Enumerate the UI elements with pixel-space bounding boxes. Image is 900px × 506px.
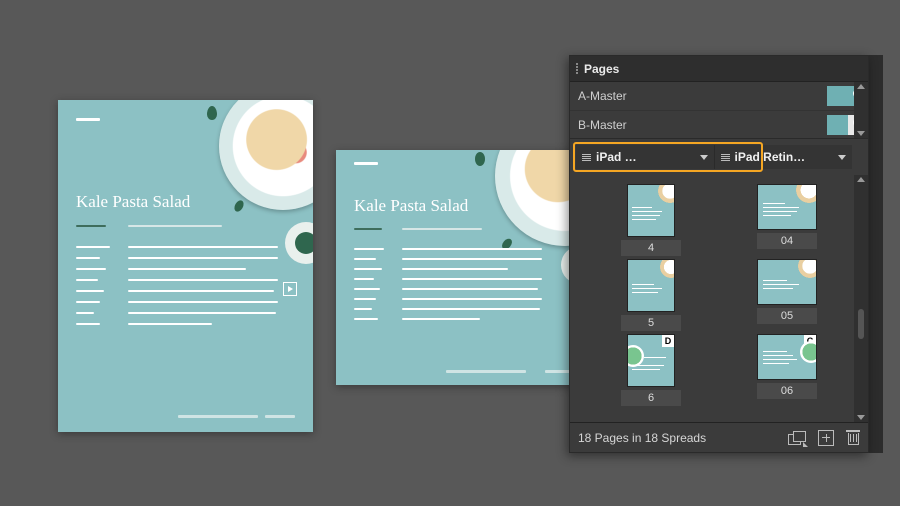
alternate-layouts-row: iPad … iPad Retin… — [570, 139, 868, 175]
layout-list-icon — [582, 154, 591, 161]
pages-panel: Pages A-Master B-Master iPad … iPad Reti… — [569, 55, 869, 453]
master-row-b[interactable]: B-Master — [570, 110, 868, 138]
panel-tools — [788, 430, 860, 446]
layout-dropdown-left[interactable]: iPad … — [576, 145, 714, 169]
new-page-icon[interactable] — [818, 430, 834, 446]
scroll-down-icon[interactable] — [857, 415, 865, 420]
edit-page-size-icon[interactable] — [788, 431, 806, 445]
chevron-down-icon — [838, 155, 846, 160]
thumbs-scrollbar[interactable] — [854, 175, 868, 422]
panel-dock-strip — [869, 55, 883, 453]
scroll-down-icon[interactable] — [857, 131, 865, 136]
thumb-cell[interactable]: D 6 — [588, 335, 714, 406]
thumb-cell[interactable]: D 5 — [588, 260, 714, 331]
page-number: 4 — [621, 240, 681, 256]
master-badge: D — [662, 335, 674, 347]
document-preview-a[interactable]: Kale Pasta Salad — [58, 100, 313, 432]
master-row-a[interactable]: A-Master — [570, 82, 868, 110]
recipe-title: Kale Pasta Salad — [354, 196, 468, 216]
page-number: 06 — [757, 383, 817, 399]
page-thumb[interactable]: D — [628, 185, 674, 236]
thumb-cell[interactable]: C 06 — [724, 335, 850, 406]
panel-tab-bar: Pages — [570, 56, 868, 82]
panel-status-bar: 18 Pages in 18 Spreads — [570, 422, 868, 452]
page-number: 5 — [621, 315, 681, 331]
leaf-decor — [233, 199, 246, 213]
decor-line — [76, 118, 100, 121]
page-number: 6 — [621, 390, 681, 406]
scroll-up-icon[interactable] — [857, 84, 865, 89]
master-name: A-Master — [578, 89, 827, 103]
page-number: 04 — [757, 233, 817, 249]
page-thumbnails: D 4 C 04 D 5 C — [570, 175, 868, 422]
page-thumb[interactable]: D — [628, 260, 674, 311]
delete-page-icon[interactable] — [846, 430, 860, 446]
page-thumb[interactable]: D — [628, 335, 674, 386]
thumb-cell[interactable]: C 05 — [724, 260, 850, 331]
hero-image — [219, 100, 313, 210]
footer-line — [265, 415, 295, 418]
masters-scrollbar[interactable] — [854, 82, 868, 138]
thumb-cell[interactable]: C 04 — [724, 185, 850, 256]
scroll-thumb[interactable] — [858, 309, 864, 339]
drag-grip-icon[interactable] — [576, 63, 578, 74]
recipe-title: Kale Pasta Salad — [76, 192, 190, 212]
page-thumb[interactable]: C — [758, 335, 816, 379]
masters-section: A-Master B-Master — [570, 82, 868, 139]
page-thumb[interactable]: C — [758, 260, 816, 304]
document-preview-b[interactable]: Kale Pasta Salad — [336, 150, 591, 385]
layout-list-icon — [721, 154, 730, 161]
thumb-cell[interactable]: D 4 — [588, 185, 714, 256]
decor-line — [354, 162, 378, 165]
page-thumb[interactable]: C — [758, 185, 816, 229]
master-name: B-Master — [578, 118, 827, 132]
chevron-down-icon — [700, 155, 708, 160]
footer-line — [446, 370, 526, 373]
page-number: 05 — [757, 308, 817, 324]
panel-title[interactable]: Pages — [584, 62, 619, 76]
rule — [76, 225, 106, 227]
layout-label: iPad … — [596, 150, 695, 164]
leaf-decor — [475, 152, 485, 166]
footer-line — [178, 415, 258, 418]
status-text: 18 Pages in 18 Spreads — [578, 431, 706, 445]
herb-decor — [295, 232, 313, 254]
rule — [354, 228, 382, 230]
rule — [128, 225, 222, 227]
scroll-up-icon[interactable] — [857, 177, 865, 182]
play-icon[interactable] — [283, 282, 297, 296]
leaf-decor — [207, 106, 217, 120]
rule — [402, 228, 482, 230]
layout-dropdown-right[interactable]: iPad Retin… — [714, 145, 853, 169]
layout-label: iPad Retin… — [735, 150, 834, 164]
